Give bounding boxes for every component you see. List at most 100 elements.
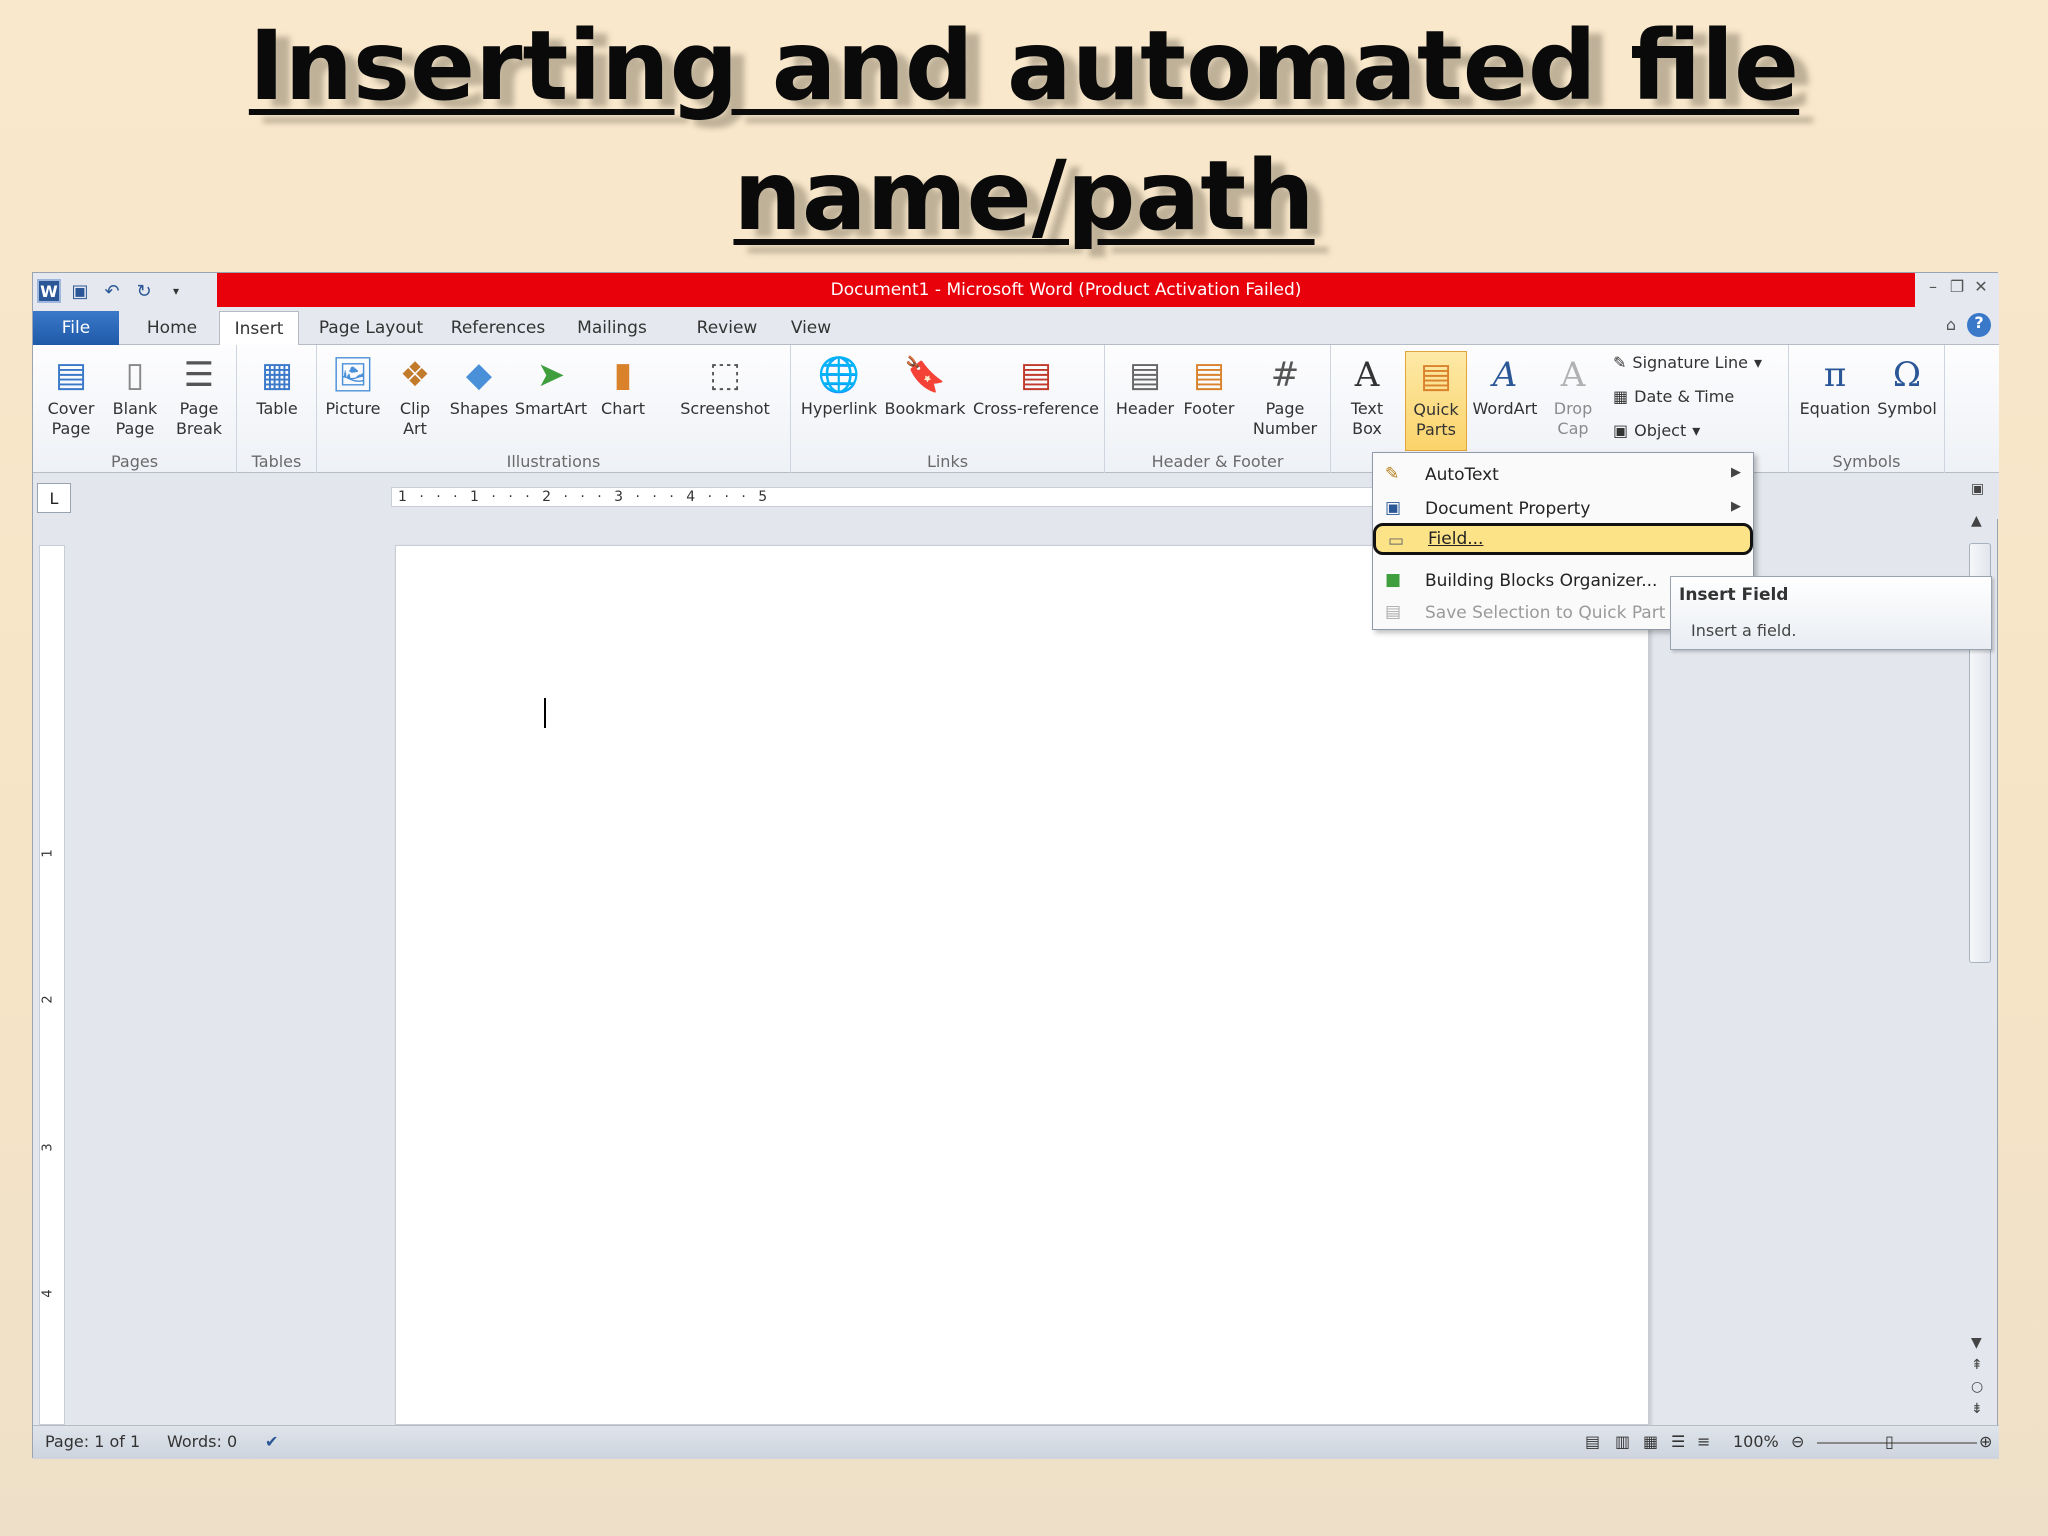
screenshot-button[interactable]: ⬚ Screenshot [677,351,773,419]
print-layout-icon[interactable]: ▤ [1585,1432,1600,1451]
text-box-button[interactable]: A Text Box [1335,351,1399,439]
page-break-button[interactable]: ☰ Page Break [167,351,231,439]
menu-item-field[interactable]: ▭ Field... [1373,523,1753,555]
word-logo-icon[interactable]: W [37,279,61,303]
group-illustrations: 🖼 Picture ❖ Clip Art ◆ Shapes ➤ SmartArt ▮ Ch… [317,345,791,473]
page-number-button[interactable]: # Page Number [1245,351,1325,439]
minimize-ribbon-icon[interactable]: ⌂ [1939,315,1963,339]
help-icon[interactable]: ? [1967,313,1991,337]
hyperlink-button[interactable]: 🌐 Hyperlink [799,351,879,419]
text-box-icon: A [1354,355,1380,395]
web-layout-icon[interactable]: ▦ [1643,1432,1658,1451]
minimize-icon[interactable]: – [1921,277,1945,301]
drop-cap-icon: A [1560,355,1586,395]
full-screen-reading-icon[interactable]: ▥ [1615,1432,1630,1451]
tab-file[interactable]: File [33,311,119,345]
omega-icon: Ω [1892,355,1922,395]
scroll-up-icon[interactable]: ▲ [1971,513,1982,529]
zoom-slider[interactable] [1817,1442,1977,1444]
close-icon[interactable]: ✕ [1969,277,1993,301]
word-count[interactable]: Words: 0 [167,1432,237,1451]
zoom-level[interactable]: 100% [1733,1432,1779,1451]
group-label: Tables [251,452,302,471]
title-bar: W ▣ ↶ ↻ ▾ Document1 - Microsoft Word (Pr… [33,273,1999,309]
header-button[interactable]: ▤ Header [1113,351,1177,419]
tooltip-insert-field: Insert Field Insert a field. [1670,576,1992,650]
tab-mailings[interactable]: Mailings [565,311,659,345]
customize-qat-icon[interactable]: ▾ [163,278,189,304]
autotext-icon: ✎ [1385,464,1400,484]
group-label: Illustrations [506,452,601,471]
smartart-button[interactable]: ➤ SmartArt [515,351,587,419]
picture-icon: 🖼 [331,355,375,395]
wordart-button[interactable]: A WordArt [1471,351,1539,419]
bookmark-button[interactable]: 🔖 Bookmark [884,351,965,419]
zoom-in-icon[interactable]: ⊕ [1979,1432,1992,1451]
clip-art-button[interactable]: ❖ Clip Art [383,351,447,439]
chart-button[interactable]: ▮ Chart [591,351,655,419]
tab-references[interactable]: References [443,311,553,345]
menu-item-autotext[interactable]: ✎ AutoText ▶ [1373,459,1753,491]
ribbon-tabs: File Home Insert Page Layout References … [33,309,1999,346]
tab-review[interactable]: Review [687,311,767,345]
vertical-ruler[interactable]: 1 2 3 4 [39,545,65,1425]
browse-object-icon[interactable]: ○ [1971,1379,1983,1395]
next-page-icon[interactable]: ⇟ [1971,1401,1983,1417]
tab-home[interactable]: Home [133,311,211,345]
draft-icon[interactable]: ≡ [1697,1432,1710,1451]
cross-reference-button[interactable]: ▤ Cross-reference [973,351,1099,419]
group-label: Links [926,452,969,471]
building-blocks-icon: ■ [1385,570,1402,590]
object-button[interactable]: ▣ Object ▾ [1613,421,1700,440]
drop-cap-button[interactable]: A Drop Cap [1543,351,1603,439]
picture-button[interactable]: 🖼 Picture [321,351,385,419]
group-pages: ▤ Cover Page ▯ Blank Page ☰ Page Break Page… [33,345,237,473]
menu-item-document-property[interactable]: ▣ Document Property ▶ [1373,493,1753,525]
page-count[interactable]: Page: 1 of 1 [45,1432,140,1451]
scroll-down-icon[interactable]: ▼ [1971,1335,1982,1351]
previous-page-icon[interactable]: ⇞ [1971,1357,1983,1373]
undo-icon[interactable]: ↶ [99,278,125,304]
symbol-button[interactable]: Ω Symbol [1875,351,1939,419]
date-time-button[interactable]: ▦ Date & Time [1613,387,1734,406]
window-title: Document1 - Microsoft Word (Product Acti… [217,273,1915,307]
group-tables: ▦ Table Tables [237,345,317,473]
footer-button[interactable]: ▤ Footer [1177,351,1241,419]
group-label: Header & Footer [1151,452,1284,471]
vertical-ruler-number: 1 [40,849,56,858]
signature-line-icon: ✎ [1613,353,1627,372]
quick-parts-button[interactable]: ▤ Quick Parts [1405,351,1467,451]
tab-insert[interactable]: Insert [219,311,299,346]
proofing-icon[interactable]: ✔ [265,1432,278,1451]
view-ruler-icon[interactable]: ▣ [1971,481,1984,497]
group-links: 🌐 Hyperlink 🔖 Bookmark ▤ Cross-reference Li… [791,345,1105,473]
save-icon[interactable]: ▣ [67,278,93,304]
page-break-icon: ☰ [183,355,215,395]
restore-icon[interactable]: ❐ [1945,277,1969,301]
field-icon: ▭ [1388,531,1405,551]
screenshot-icon: ⬚ [708,355,742,395]
document-page[interactable] [395,545,1649,1425]
text-cursor [544,698,546,728]
smartart-icon: ➤ [536,355,566,395]
cover-page-button[interactable]: ▤ Cover Page [39,351,103,439]
blank-page-button[interactable]: ▯ Blank Page [103,351,167,439]
shapes-button[interactable]: ◆ Shapes [447,351,511,419]
page-number-icon: # [1270,355,1300,395]
tab-view[interactable]: View [781,311,841,345]
table-button[interactable]: ▦ Table [245,351,309,419]
submenu-arrow-icon: ▶ [1731,465,1741,480]
signature-line-button[interactable]: ✎ Signature Line ▾ [1613,353,1762,372]
zoom-slider-thumb[interactable]: ▯ [1885,1432,1894,1451]
horizontal-ruler[interactable]: 1 · · · 1 · · · 2 · · · 3 · · · 4 · · · … [391,487,1421,507]
redo-icon[interactable]: ↻ [131,278,157,304]
slide-title-line-1: Inserting and automated file [248,10,1800,122]
tooltip-description: Insert a field. [1691,621,1797,640]
zoom-out-icon[interactable]: ⊖ [1791,1432,1804,1451]
tab-selector-icon[interactable]: L [37,483,71,513]
blank-page-icon: ▯ [125,355,145,395]
equation-button[interactable]: π Equation [1795,351,1875,419]
group-symbols: π Equation Ω Symbol Symbols [1789,345,1945,473]
tab-page-layout[interactable]: Page Layout [311,311,431,345]
outline-icon[interactable]: ☰ [1671,1432,1685,1451]
